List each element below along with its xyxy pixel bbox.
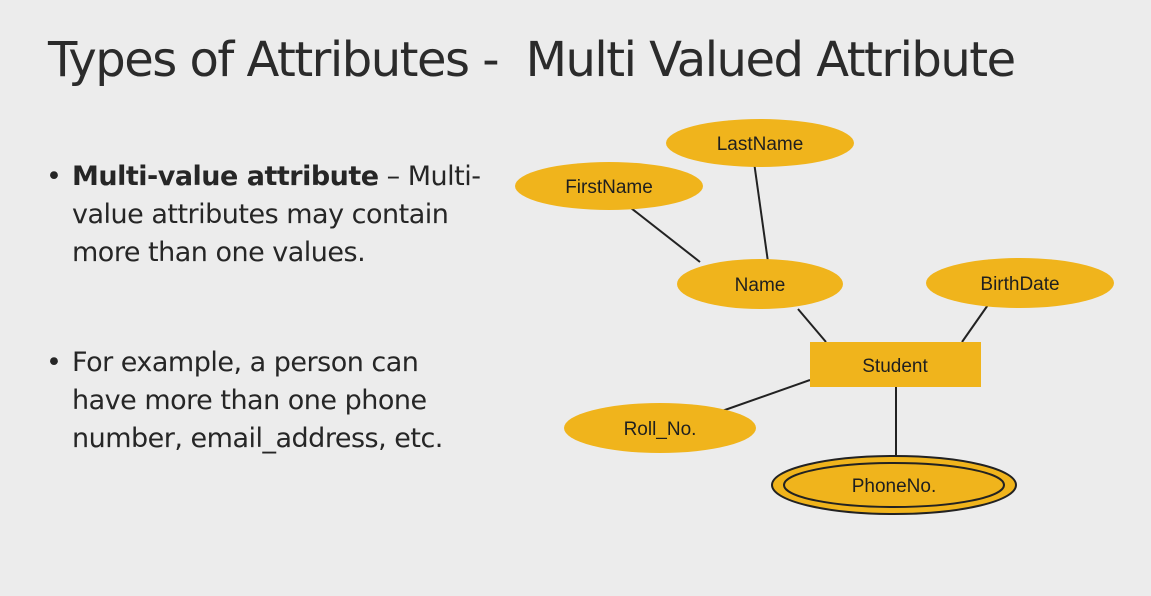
- connector-birthdate-student: [961, 301, 991, 343]
- attribute-rollno: Roll_No.: [564, 403, 756, 453]
- connector-lastname-name: [753, 161, 769, 263]
- entity-student: Student: [810, 342, 981, 387]
- attribute-lastname-label: LastName: [717, 134, 804, 155]
- attribute-birthdate-label: BirthDate: [980, 274, 1059, 295]
- connector-rollno-student: [721, 379, 811, 412]
- connector-firstname-name: [621, 200, 701, 263]
- connector-name-student: [797, 308, 827, 343]
- attribute-name-label: Name: [735, 275, 786, 296]
- attribute-firstname: FirstName: [515, 162, 703, 210]
- er-diagram: LastName FirstName Name BirthDate Studen…: [515, 119, 1114, 515]
- attribute-phoneno-label: PhoneNo.: [852, 476, 937, 497]
- attribute-rollno-label: Roll_No.: [624, 419, 697, 440]
- attribute-lastname: LastName: [666, 119, 854, 167]
- attribute-firstname-label: FirstName: [565, 177, 653, 198]
- attribute-birthdate: BirthDate: [926, 258, 1114, 308]
- attribute-phoneno-multivalued: PhoneNo.: [771, 455, 1017, 515]
- attribute-name: Name: [677, 259, 843, 309]
- entity-student-label: Student: [862, 356, 928, 377]
